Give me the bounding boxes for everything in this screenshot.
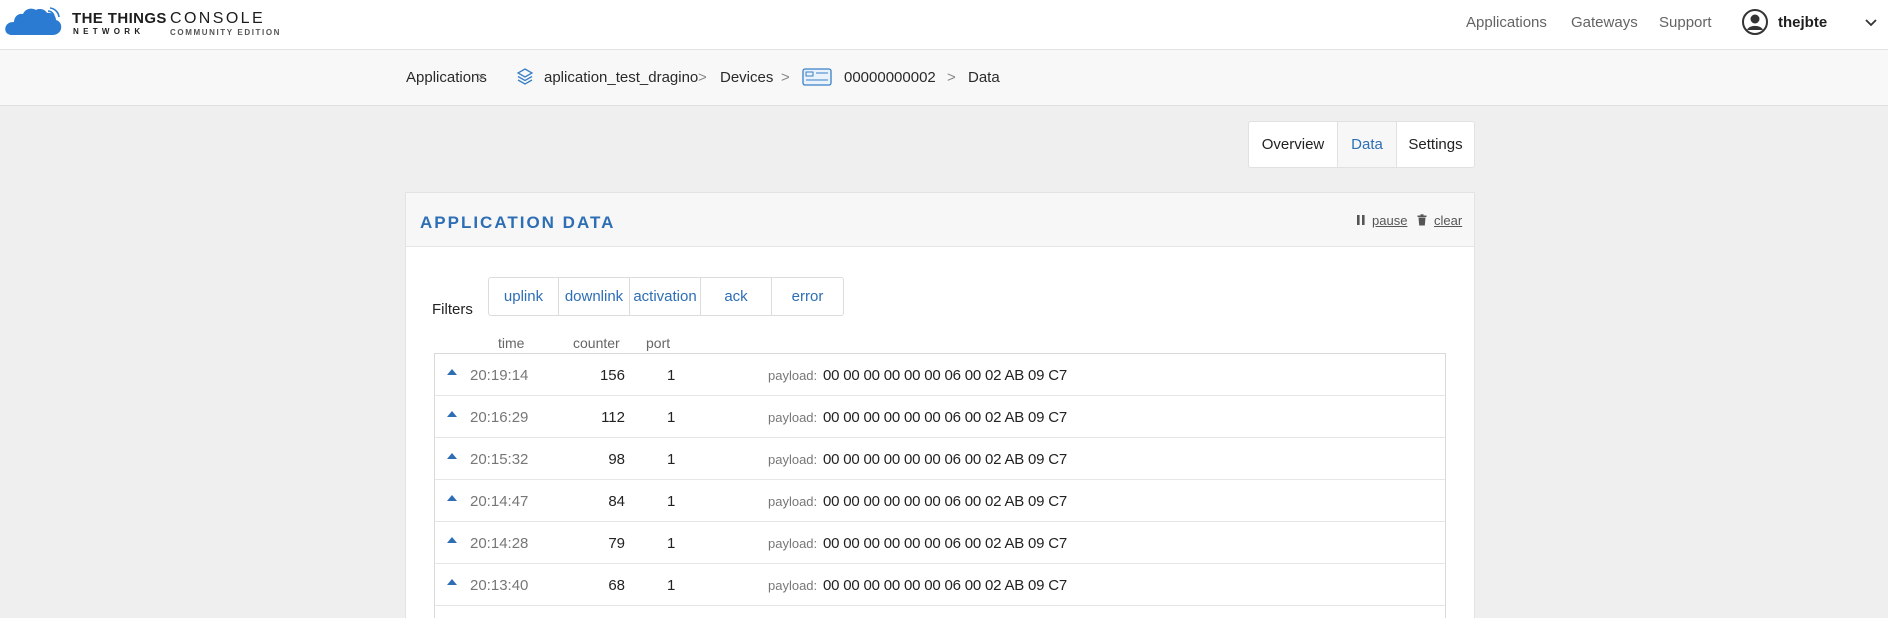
expand-icon[interactable] bbox=[447, 452, 457, 460]
expand-icon[interactable] bbox=[447, 578, 457, 586]
payload-label: payload: bbox=[768, 536, 818, 551]
row-counter: 112 bbox=[601, 409, 625, 426]
user-avatar-icon bbox=[1742, 9, 1768, 35]
cloud-logo-icon[interactable] bbox=[4, 7, 62, 37]
payload-label: payload: bbox=[768, 578, 818, 593]
filter-ack[interactable]: ack bbox=[701, 278, 772, 315]
row-payload: 00 00 00 00 00 00 06 00 02 AB 09 C7 bbox=[823, 535, 1068, 552]
trash-icon[interactable] bbox=[1416, 214, 1428, 226]
row-time: 20:13:40 bbox=[470, 577, 529, 594]
row-time: 20:16:29 bbox=[470, 409, 529, 426]
pause-icon[interactable] bbox=[1355, 214, 1367, 226]
console-brand[interactable]: CONSOLE COMMUNITY EDITION bbox=[170, 11, 281, 39]
clear-button[interactable]: clear bbox=[1434, 213, 1462, 228]
breadcrumb: Applications > aplication_test_dragino >… bbox=[0, 50, 1888, 106]
table-row[interactable]: 20:14:28 79 1 payload: 00 00 00 00 00 00… bbox=[435, 522, 1445, 564]
row-time: 20:14:47 bbox=[470, 493, 529, 510]
row-port: 1 bbox=[667, 367, 676, 384]
nav-gateways[interactable]: Gateways bbox=[1571, 14, 1638, 31]
table-row[interactable]: 20:16:29 112 1 payload: 00 00 00 00 00 0… bbox=[435, 396, 1445, 438]
tab-data[interactable]: Data bbox=[1337, 122, 1397, 167]
breadcrumb-current: Data bbox=[968, 69, 1000, 86]
panel-header: APPLICATION DATA pause clear bbox=[406, 193, 1474, 247]
filters-label: Filters bbox=[432, 301, 473, 318]
table-row[interactable]: 20:13:40 68 1 payload: 00 00 00 00 00 00… bbox=[435, 564, 1445, 606]
filter-activation[interactable]: activation bbox=[630, 278, 701, 315]
breadcrumb-applications[interactable]: Applications bbox=[406, 69, 487, 86]
row-time: 20:19:14 bbox=[470, 367, 529, 384]
table-row[interactable]: 20:14:47 84 1 payload: 00 00 00 00 00 00… bbox=[435, 480, 1445, 522]
row-counter: 79 bbox=[608, 535, 625, 552]
expand-icon[interactable] bbox=[447, 536, 457, 544]
row-payload: 00 00 00 00 00 00 06 00 02 AB 09 C7 bbox=[823, 493, 1068, 510]
filter-group: uplink downlink activation ack error bbox=[488, 277, 844, 316]
device-tabs: Overview Data Settings bbox=[1248, 121, 1475, 168]
filter-error[interactable]: error bbox=[772, 278, 843, 315]
row-counter: 84 bbox=[608, 493, 625, 510]
console-title: CONSOLE bbox=[170, 10, 266, 27]
row-counter: 156 bbox=[599, 367, 625, 384]
payload-label: payload: bbox=[768, 410, 818, 425]
row-payload: 00 00 00 00 00 00 06 00 02 AB 09 C7 bbox=[823, 409, 1068, 426]
username: thejbte bbox=[1778, 14, 1828, 31]
tab-overview[interactable]: Overview bbox=[1249, 122, 1337, 167]
data-table: 20:19:14 156 1 payload: 00 00 00 00 00 0… bbox=[434, 353, 1446, 618]
application-data-panel: APPLICATION DATA pause clear Filters upl… bbox=[405, 192, 1475, 618]
row-port: 1 bbox=[667, 409, 676, 426]
breadcrumb-separator: > bbox=[947, 69, 956, 86]
brand-title: THE THINGS bbox=[72, 10, 167, 27]
nav-support[interactable]: Support bbox=[1659, 14, 1712, 31]
row-counter: 68 bbox=[608, 577, 625, 594]
row-port: 1 bbox=[667, 451, 676, 468]
row-payload: 00 00 00 00 00 00 06 00 02 AB 09 C7 bbox=[823, 451, 1068, 468]
nav-applications[interactable]: Applications bbox=[1466, 14, 1547, 31]
chevron-down-icon[interactable] bbox=[1862, 13, 1880, 31]
row-payload: 00 00 00 00 00 00 06 00 02 AB 09 C7 bbox=[823, 367, 1068, 384]
expand-icon[interactable] bbox=[447, 368, 457, 376]
payload-label: payload: bbox=[768, 494, 818, 509]
tab-settings[interactable]: Settings bbox=[1397, 122, 1474, 167]
column-time: time bbox=[498, 335, 525, 351]
filter-uplink[interactable]: uplink bbox=[489, 278, 559, 315]
breadcrumb-devices[interactable]: Devices bbox=[720, 69, 773, 86]
breadcrumb-separator: > bbox=[698, 69, 707, 86]
row-counter: 98 bbox=[608, 451, 625, 468]
panel-title: APPLICATION DATA bbox=[420, 213, 616, 232]
application-stack-icon bbox=[516, 68, 534, 85]
console-subtitle: COMMUNITY EDITION bbox=[170, 28, 282, 37]
row-port: 1 bbox=[667, 577, 676, 594]
payload-label: payload: bbox=[768, 368, 818, 383]
breadcrumb-separator: > bbox=[781, 69, 790, 86]
row-time: 20:14:28 bbox=[470, 535, 529, 552]
row-port: 1 bbox=[667, 493, 676, 510]
payload-label: payload: bbox=[768, 452, 818, 467]
column-port: port bbox=[646, 335, 671, 351]
breadcrumb-application[interactable]: aplication_test_dragino bbox=[544, 69, 698, 86]
breadcrumb-separator: > bbox=[476, 69, 485, 86]
filter-downlink[interactable]: downlink bbox=[559, 278, 630, 315]
expand-icon[interactable] bbox=[447, 494, 457, 502]
row-port: 1 bbox=[667, 535, 676, 552]
row-time: 20:15:32 bbox=[470, 451, 529, 468]
breadcrumb-device[interactable]: 00000000002 bbox=[844, 69, 936, 86]
brand[interactable]: THE THINGS NETWORK bbox=[72, 11, 167, 37]
table-row[interactable]: 20:15:32 98 1 payload: 00 00 00 00 00 00… bbox=[435, 438, 1445, 480]
table-row[interactable]: 20:19:14 156 1 payload: 00 00 00 00 00 0… bbox=[435, 354, 1445, 396]
brand-subtitle: NETWORK bbox=[73, 27, 145, 36]
top-bar: THE THINGS NETWORK CONSOLE COMMUNITY EDI… bbox=[0, 0, 1888, 50]
device-icon bbox=[802, 68, 832, 86]
expand-icon[interactable] bbox=[447, 410, 457, 418]
column-counter: counter bbox=[573, 335, 620, 351]
row-payload: 00 00 00 00 00 00 06 00 02 AB 09 C7 bbox=[823, 577, 1068, 594]
pause-button[interactable]: pause bbox=[1372, 213, 1407, 228]
